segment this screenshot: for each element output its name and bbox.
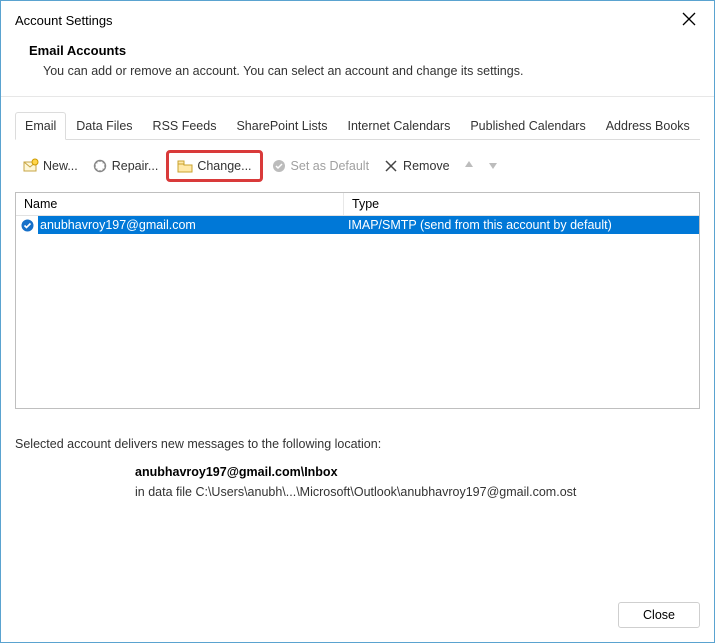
- arrow-up-icon: [463, 160, 475, 174]
- repair-icon: [92, 158, 108, 174]
- change-label: Change...: [197, 159, 251, 173]
- tab-rss-feeds[interactable]: RSS Feeds: [143, 112, 227, 140]
- dialog-footer: Close: [1, 592, 714, 642]
- tab-email[interactable]: Email: [15, 112, 66, 140]
- envelope-new-icon: [23, 158, 39, 174]
- dialog-body: Email Data Files RSS Feeds SharePoint Li…: [1, 97, 714, 592]
- remove-label: Remove: [403, 159, 450, 173]
- column-name[interactable]: Name: [16, 193, 344, 215]
- tab-internet-calendars[interactable]: Internet Calendars: [338, 112, 461, 140]
- delivery-location-path: in data file C:\Users\anubh\...\Microsof…: [135, 485, 700, 499]
- tab-data-files[interactable]: Data Files: [66, 112, 142, 140]
- new-button[interactable]: New...: [17, 154, 84, 178]
- header-panel: Email Accounts You can add or remove an …: [1, 37, 714, 97]
- delivery-label: Selected account delivers new messages t…: [15, 437, 700, 451]
- move-up-button: [458, 157, 480, 176]
- repair-label: Repair...: [112, 159, 159, 173]
- tab-address-books[interactable]: Address Books: [596, 112, 700, 140]
- tab-strip: Email Data Files RSS Feeds SharePoint Li…: [15, 111, 700, 140]
- remove-x-icon: [383, 158, 399, 174]
- tab-sharepoint-lists[interactable]: SharePoint Lists: [226, 112, 337, 140]
- change-highlight: Change...: [166, 150, 262, 182]
- check-circle-icon: [271, 158, 287, 174]
- header-description: You can add or remove an account. You ca…: [43, 64, 700, 78]
- window-title: Account Settings: [15, 13, 113, 28]
- new-label: New...: [43, 159, 78, 173]
- set-default-label: Set as Default: [291, 159, 370, 173]
- list-header: Name Type: [16, 193, 699, 216]
- title-bar: Account Settings: [1, 1, 714, 37]
- accounts-list: Name Type anubhavroy197@gmail.com IMAP/S…: [15, 192, 700, 409]
- toolbar: New... Repair... Change... Set as Defaul…: [15, 140, 700, 192]
- change-button[interactable]: Change...: [171, 154, 257, 178]
- row-name: anubhavroy197@gmail.com: [38, 218, 344, 232]
- default-check-icon: [16, 216, 38, 234]
- folder-change-icon: [177, 158, 193, 174]
- remove-button[interactable]: Remove: [377, 154, 456, 178]
- close-button[interactable]: Close: [618, 602, 700, 628]
- tab-published-calendars[interactable]: Published Calendars: [460, 112, 595, 140]
- delivery-location-bold: anubhavroy197@gmail.com\Inbox: [135, 465, 700, 479]
- close-icon[interactable]: [676, 7, 702, 33]
- table-row[interactable]: anubhavroy197@gmail.com IMAP/SMTP (send …: [16, 216, 699, 234]
- arrow-down-icon: [487, 160, 499, 174]
- delivery-location: anubhavroy197@gmail.com\Inbox in data fi…: [135, 465, 700, 499]
- column-type[interactable]: Type: [344, 193, 699, 215]
- repair-button[interactable]: Repair...: [86, 154, 165, 178]
- move-down-button: [482, 157, 504, 176]
- set-default-button: Set as Default: [265, 154, 376, 178]
- header-heading: Email Accounts: [29, 43, 700, 58]
- row-type: IMAP/SMTP (send from this account by def…: [344, 218, 699, 232]
